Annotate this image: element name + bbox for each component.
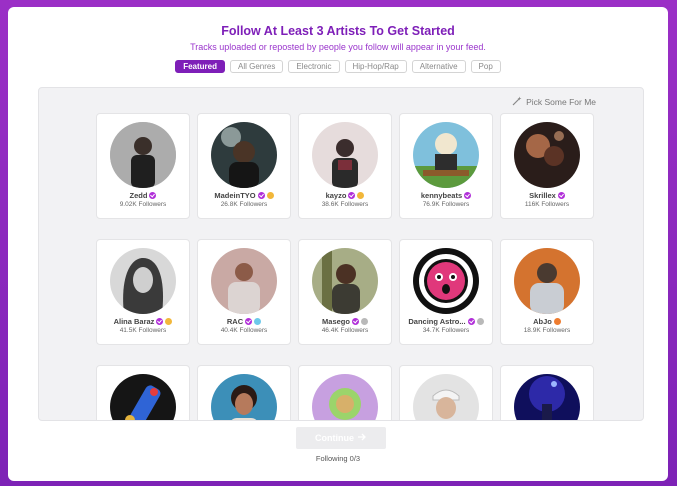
tab-pop[interactable]: Pop xyxy=(470,60,501,73)
verified-badge-icon xyxy=(348,192,356,199)
artist-card-rac[interactable]: RAC 40.4K Followers xyxy=(197,239,291,345)
artist-name: kennybeats xyxy=(420,191,463,200)
artist-avatar[interactable] xyxy=(312,374,378,420)
artist-card-zedd[interactable]: Zedd 9.02K Followers xyxy=(96,113,190,219)
artist-name: Skrillex xyxy=(529,191,556,200)
artist-card-madeintyo[interactable]: MadeinTYO 26.8K Followers xyxy=(197,113,291,219)
artist-card-artist-10[interactable] xyxy=(96,365,190,420)
artist-name-row: kennybeats xyxy=(400,191,492,200)
artist-name-row: RAC xyxy=(198,317,290,326)
artist-avatar[interactable] xyxy=(312,248,378,314)
artist-name: AbJo xyxy=(533,317,552,326)
artist-card-alina-baraz[interactable]: Alina Baraz 41.5K Followers xyxy=(96,239,190,345)
artist-followers: 26.8K Followers xyxy=(220,201,268,208)
continue-button[interactable]: Continue xyxy=(296,427,386,449)
artist-name-row: MadeinTYO xyxy=(198,191,290,200)
gray-badge-icon xyxy=(476,318,484,325)
tab-alternative[interactable]: Alternative xyxy=(411,60,466,73)
artist-card-kennybeats[interactable]: kennybeats 76.9K Followers xyxy=(399,113,493,219)
artist-card-masego[interactable]: Masego 46.4K Followers xyxy=(298,239,392,345)
artist-name-row: Zedd xyxy=(97,191,189,200)
gold-badge-icon xyxy=(266,192,274,199)
verified-badge-icon xyxy=(257,192,265,199)
artist-followers: 18.9K Followers xyxy=(523,327,571,334)
artist-followers: 40.4K Followers xyxy=(220,327,268,334)
page-subtitle: Tracks uploaded or reposted by people yo… xyxy=(190,42,486,52)
orange-badge-icon xyxy=(553,318,561,325)
artist-card-skrillex[interactable]: Skrillex 116K Followers xyxy=(500,113,594,219)
artist-avatar[interactable] xyxy=(514,122,580,188)
artist-followers: 34.7K Followers xyxy=(422,327,470,334)
tab-hip-hop-rap[interactable]: Hip-Hop/Rap xyxy=(344,60,407,73)
verified-badge-icon xyxy=(149,192,157,199)
artist-avatar[interactable] xyxy=(110,374,176,420)
verified-badge-icon xyxy=(156,318,164,325)
tab-all-genres[interactable]: All Genres xyxy=(230,60,284,73)
artist-name: RAC xyxy=(226,317,244,326)
artist-card-artist-14[interactable] xyxy=(500,365,594,420)
artist-followers: 9.02K Followers xyxy=(119,201,167,208)
artist-name-row: Dancing Astro... xyxy=(400,317,492,326)
artist-avatar[interactable] xyxy=(110,248,176,314)
artist-name-row: Alina Baraz xyxy=(97,317,189,326)
artist-avatar[interactable] xyxy=(413,122,479,188)
artist-followers: 116K Followers xyxy=(524,201,570,208)
artist-avatar[interactable] xyxy=(413,248,479,314)
artist-card-kayzo[interactable]: kayzo 38.6K Followers xyxy=(298,113,392,219)
artist-name-row: Skrillex xyxy=(501,191,593,200)
artist-avatar[interactable] xyxy=(312,122,378,188)
tab-featured[interactable]: Featured xyxy=(175,60,226,73)
blue-badge-icon xyxy=(254,318,262,325)
artist-avatar[interactable] xyxy=(514,374,580,420)
artist-name-row: AbJo xyxy=(501,317,593,326)
artist-card-artist-12[interactable] xyxy=(298,365,392,420)
pick-some-label: Pick Some For Me xyxy=(526,97,596,107)
onboarding-panel: Follow At Least 3 Artists To Get Started… xyxy=(8,7,668,481)
arrow-right-icon xyxy=(358,427,367,449)
gold-badge-icon xyxy=(165,318,173,325)
artist-avatar[interactable] xyxy=(514,248,580,314)
continue-label: Continue xyxy=(315,433,354,443)
artist-name-row: kayzo xyxy=(299,191,391,200)
verified-badge-icon xyxy=(351,318,359,325)
page-title: Follow At Least 3 Artists To Get Started xyxy=(221,24,455,38)
artist-followers: 38.6K Followers xyxy=(321,201,369,208)
artist-avatar[interactable] xyxy=(211,122,277,188)
artist-grid-container[interactable]: Pick Some For Me Zedd 9.02K Followers Made… xyxy=(38,87,644,421)
gold-badge-icon xyxy=(357,192,365,199)
artist-card-artist-11[interactable] xyxy=(197,365,291,420)
artist-card-abjo[interactable]: AbJo 18.9K Followers xyxy=(500,239,594,345)
artist-avatar[interactable] xyxy=(211,374,277,420)
artist-card-dancing-astro[interactable]: Dancing Astro... 34.7K Followers xyxy=(399,239,493,345)
artist-avatar[interactable] xyxy=(110,122,176,188)
verified-badge-icon xyxy=(464,192,472,199)
verified-badge-icon xyxy=(245,318,253,325)
artist-followers: 41.5K Followers xyxy=(119,327,167,334)
artist-name: Zedd xyxy=(129,191,148,200)
artist-name-row: Masego xyxy=(299,317,391,326)
artist-name: Alina Baraz xyxy=(113,317,155,326)
artist-name: Dancing Astro... xyxy=(408,317,466,326)
genre-tabs: Featured All Genres Electronic Hip-Hop/R… xyxy=(8,60,668,73)
artist-name: MadeinTYO xyxy=(214,191,256,200)
artist-avatar[interactable] xyxy=(413,374,479,420)
following-status: Following 0/3 xyxy=(315,454,361,463)
magic-wand-icon xyxy=(512,96,522,108)
artist-followers: 76.9K Followers xyxy=(422,201,470,208)
artist-name: kayzo xyxy=(325,191,347,200)
verified-badge-icon xyxy=(557,192,565,199)
artist-card-artist-13[interactable] xyxy=(399,365,493,420)
verified-badge-icon xyxy=(467,318,475,325)
pick-some-button[interactable]: Pick Some For Me xyxy=(512,96,596,108)
artist-cards: Zedd 9.02K Followers MadeinTYO 26.8K Follow… xyxy=(96,113,594,420)
tab-electronic[interactable]: Electronic xyxy=(288,60,340,73)
app-frame: Follow At Least 3 Artists To Get Started… xyxy=(0,0,677,486)
artist-avatar[interactable] xyxy=(211,248,277,314)
artist-name: Masego xyxy=(322,317,350,326)
gray-badge-icon xyxy=(360,318,368,325)
artist-followers: 46.4K Followers xyxy=(321,327,369,334)
